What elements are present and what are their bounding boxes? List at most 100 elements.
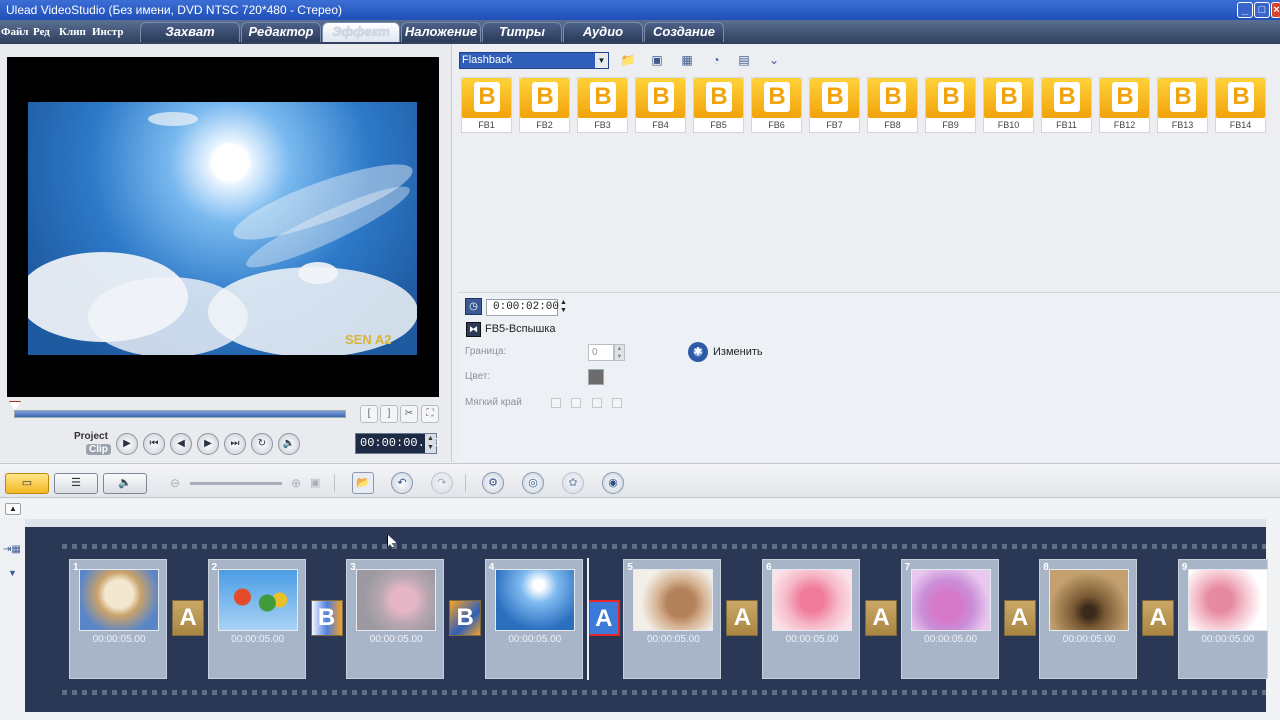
minimize-button[interactable]: _ [1237,2,1253,18]
effect-thumbnail[interactable]: B FB6 [751,77,802,133]
menu-file[interactable]: Файл [1,26,28,38]
soft-edge-none[interactable] [551,398,561,408]
storyboard-clip[interactable]: 3 00:00:05.00 [346,559,445,679]
clip-thumbnail [356,569,437,631]
undo-icon[interactable]: ↶ [391,472,413,494]
storyboard-view-button[interactable]: ▭ [5,473,49,494]
transition-slot[interactable]: A [587,600,620,636]
expand-icon[interactable]: ⌄ [764,51,784,70]
maximize-button[interactable]: □ [1254,2,1270,18]
previous-frame-icon[interactable]: ◀ [170,433,192,455]
soft-edge-medium[interactable] [592,398,602,408]
mark-in-button[interactable]: [ [360,405,378,423]
border-input[interactable]: 0 [588,344,614,361]
storyboard-clip[interactable]: 5 00:00:05.00 [623,559,722,679]
transition-slot[interactable]: A [1142,600,1175,636]
redo-icon[interactable]: ↷ [431,472,453,494]
library-folder-select[interactable]: Flashback [459,52,609,69]
zoom-slider[interactable] [190,482,282,485]
storyboard-clip[interactable]: 4 00:00:05.00 [484,559,583,679]
effect-thumbnail[interactable]: B FB4 [635,77,686,133]
duration-spinner[interactable]: ▲ ▼ [558,299,569,316]
fullscreen-icon[interactable]: ⛶ [421,405,439,423]
chevron-down-icon[interactable]: ▼ [8,568,17,578]
tab-overlay[interactable]: Наложение [401,22,481,42]
menu-tools[interactable]: Инстр [92,26,123,38]
tab-titles[interactable]: Титры [482,22,562,42]
transition-slot[interactable]: B [449,600,482,636]
home-icon[interactable]: ⏮ [143,433,165,455]
zoom-out-icon[interactable]: ⊖ [170,476,180,490]
storyboard-clip[interactable]: 8 00:00:05.00 [1039,559,1138,679]
clip-mode-label[interactable]: Clip [86,444,111,455]
effect-thumbnail[interactable]: B FB14 [1215,77,1266,133]
effect-thumbnail[interactable]: B FB5 [693,77,744,133]
storyboard-clip[interactable]: 1 00:00:05.00 [69,559,167,679]
color-swatch[interactable] [588,369,604,385]
zoom-in-icon[interactable]: ⊕ [291,476,301,490]
effect-thumbnail[interactable]: B FB9 [925,77,976,133]
timecode-spinner[interactable]: ▲ ▼ [425,434,436,453]
border-spinner[interactable]: ▲ ▼ [614,344,625,361]
cut-clip-icon[interactable]: ✂ [400,405,418,423]
timeline-view-button[interactable]: ☰ [54,473,98,494]
project-settings-icon[interactable]: ◎ [522,472,544,494]
tab-capture[interactable]: Захват [140,22,240,42]
tab-create[interactable]: Создание [644,22,724,42]
storyboard-clip[interactable]: 6 00:00:05.00 [762,559,860,679]
effect-preview-icon: B [984,78,1033,118]
play-icon[interactable]: ▶ [116,433,138,455]
soft-edge-weak[interactable] [571,398,581,408]
tab-effect[interactable]: Эффект [322,22,400,42]
insert-media-icon[interactable]: 📂 [352,472,374,494]
menu-clip[interactable]: Клип [59,26,86,38]
track-manager-icon[interactable]: ⇥▦ [3,544,21,555]
effect-thumbnail[interactable]: B FB1 [461,77,512,133]
clip-thumbnail [79,569,159,631]
effect-thumbnail[interactable]: B FB8 [867,77,918,133]
effect-thumbnail-label: FB11 [1056,120,1077,130]
effect-thumbnail[interactable]: B FB10 [983,77,1034,133]
menu-edit[interactable]: Ред [33,26,50,38]
collapse-arrow-icon[interactable]: ▲ [5,503,21,515]
effect-thumbnail[interactable]: B FB12 [1099,77,1150,133]
volume-icon[interactable]: 🔈 [278,433,300,455]
end-icon[interactable]: ⏭ [224,433,246,455]
calendar-icon[interactable]: ▦ [677,51,697,70]
effect-thumbnail[interactable]: B FB3 [577,77,628,133]
transition-slot[interactable]: A [726,600,759,636]
transition-slot[interactable]: B [310,600,343,636]
folder-icon[interactable]: 📁 [618,51,638,70]
change-button[interactable]: Изменить [713,346,763,358]
gear-icon[interactable]: ✱ [688,342,708,362]
seek-bar[interactable] [14,410,346,418]
repeat-icon[interactable]: ↻ [251,433,273,455]
fit-project-icon[interactable]: ▣ [310,476,320,489]
storyboard-clip[interactable]: 7 00:00:05.00 [900,559,999,679]
project-mode-label[interactable]: Project [74,431,108,442]
effect-thumbnail[interactable]: B FB2 [519,77,570,133]
tab-audio[interactable]: Аудио [563,22,643,42]
transition-slot[interactable]: A [1003,600,1036,636]
transition-slot[interactable]: A [172,600,204,636]
smart-proxy-icon[interactable]: ⚙ [482,472,504,494]
duration-field[interactable]: 0:00:02:00 [486,299,559,316]
storyboard-clip[interactable]: 2 00:00:05.00 [207,559,306,679]
folder-lock-icon[interactable]: ▤ [734,51,754,70]
chevron-down-icon[interactable]: ▼ [595,53,608,68]
tab-edit[interactable]: Редактор [241,22,321,42]
effect-thumbnail[interactable]: B FB11 [1041,77,1092,133]
batch-convert-icon[interactable]: ✿ [562,472,584,494]
toolbar-divider [334,474,335,492]
transition-slot[interactable]: A [865,600,897,636]
globe-icon[interactable]: ◉ [602,472,624,494]
soft-edge-strong[interactable] [612,398,622,408]
storyboard-clip[interactable]: 9 00:00:05.00 [1177,559,1268,679]
refresh-icon[interactable]: ◔ [706,51,726,70]
effect-thumbnail[interactable]: B FB13 [1157,77,1208,133]
audio-view-button[interactable]: 🔈 [103,473,147,494]
close-button[interactable]: × [1271,2,1280,18]
mark-out-button[interactable]: ] [380,405,398,423]
next-frame-icon[interactable]: ▶ [197,433,219,455]
effect-thumbnail[interactable]: B FB7 [809,77,860,133]
